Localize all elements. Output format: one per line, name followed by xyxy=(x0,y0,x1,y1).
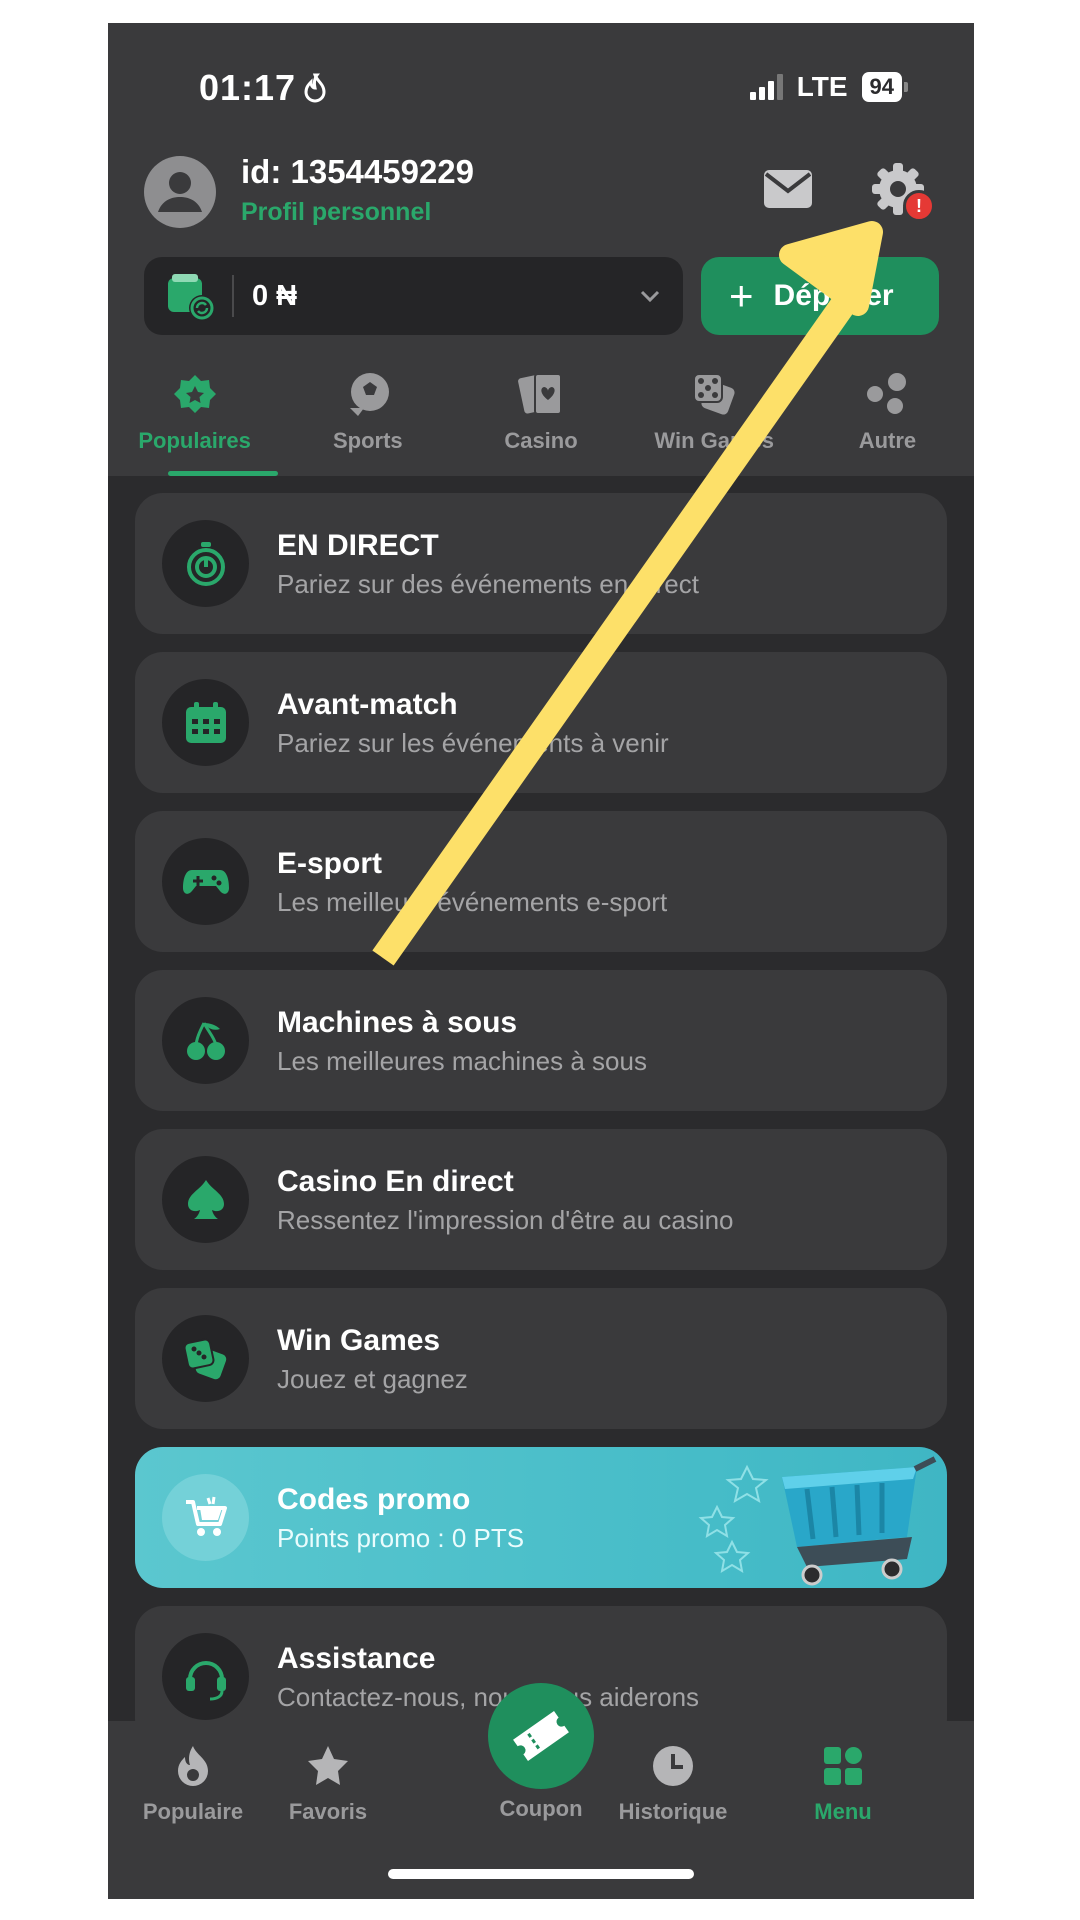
status-indicators: LTE 94 xyxy=(749,71,908,103)
coupon-button[interactable] xyxy=(488,1683,594,1789)
flame-icon xyxy=(178,1746,208,1786)
menu-item-avant-match[interactable]: Avant-match Pariez sur les événements à … xyxy=(135,652,947,793)
dice-icon xyxy=(693,373,735,415)
menu-item-win-games[interactable]: Win Games Jouez et gagnez xyxy=(135,1288,947,1429)
tab-label: Casino xyxy=(504,428,578,453)
menu-item-machines-a-sous[interactable]: Machines à sous Les meilleures machines … xyxy=(135,970,947,1111)
plus-icon: + xyxy=(729,272,754,319)
dice-icon xyxy=(183,1338,226,1379)
flame-status-icon xyxy=(304,73,326,103)
tab-autre[interactable]: Autre xyxy=(801,368,974,476)
tab-casino[interactable]: Casino xyxy=(454,368,627,476)
menu-item-title: Machines à sous xyxy=(277,1006,518,1039)
phone-screen: 01:17 LTE 94 id: 1354459229 Profil perso… xyxy=(108,23,974,1899)
home-indicator xyxy=(388,1869,694,1879)
soccer-ball-icon xyxy=(349,373,389,416)
nav-label: Menu xyxy=(814,1799,872,1824)
alert-badge: ! xyxy=(903,190,935,222)
nav-menu[interactable]: Menu xyxy=(768,1743,918,1825)
nav-historique[interactable]: Historique xyxy=(598,1743,748,1825)
signal-icon xyxy=(749,74,783,100)
ticket-icon xyxy=(513,1711,569,1761)
menu-item-subtitle: Les meilleurs événements e-sport xyxy=(277,887,668,917)
menu-item-title: Casino En direct xyxy=(277,1165,514,1198)
gamepad-icon xyxy=(182,869,229,894)
tab-win-games[interactable]: Win Games xyxy=(628,368,801,476)
menu-item-en-direct[interactable]: EN DIRECT Pariez sur des événements en d… xyxy=(135,493,947,634)
avatar[interactable] xyxy=(144,156,216,228)
network-type: LTE xyxy=(796,71,848,102)
menu-item-subtitle: Contactez-nous, nous vous aiderons xyxy=(277,1682,700,1712)
playing-cards-icon xyxy=(518,373,562,415)
nav-populaire[interactable]: Populaire xyxy=(118,1743,268,1825)
menu-item-subtitle: Jouez et gagnez xyxy=(277,1364,468,1394)
tab-label: Autre xyxy=(858,428,917,453)
dots-icon xyxy=(867,373,907,414)
nav-label: Historique xyxy=(618,1799,728,1824)
headset-icon xyxy=(185,1660,226,1700)
menu-item-title: EN DIRECT xyxy=(277,529,439,562)
balance-amount: 0 ₦ xyxy=(252,279,298,312)
menu-item-title: Assistance xyxy=(277,1642,436,1675)
cart-icon xyxy=(185,1496,227,1536)
grid-icon xyxy=(824,1747,862,1785)
calendar-icon xyxy=(185,701,226,743)
category-tabs: Populaires Sports Casino Win Games Autre xyxy=(108,368,974,476)
battery-level: 94 xyxy=(861,72,902,102)
nav-label: Favoris xyxy=(288,1799,368,1824)
tab-sports[interactable]: Sports xyxy=(281,368,454,476)
menu-item-title: Avant-match xyxy=(277,688,458,721)
menu-item-e-sport[interactable]: E-sport Les meilleurs événements e-sport xyxy=(135,811,947,952)
mail-icon[interactable] xyxy=(763,169,813,209)
tab-populaires[interactable]: Populaires xyxy=(108,368,281,476)
wallet-icon xyxy=(168,274,215,321)
deposit-label: Déposer xyxy=(773,279,894,312)
menu-item-title: Win Games xyxy=(277,1324,441,1357)
spade-icon xyxy=(187,1179,224,1219)
menu-item-subtitle: Les meilleures machines à sous xyxy=(277,1046,647,1076)
cherries-icon xyxy=(186,1021,225,1060)
status-time: 01:17 xyxy=(199,67,328,109)
menu-item-title: Codes promo xyxy=(277,1483,471,1516)
active-tab-indicator xyxy=(168,471,278,476)
clock-icon xyxy=(653,1746,693,1786)
tab-label: Win Games xyxy=(654,428,775,453)
chevron-down-icon xyxy=(640,290,660,303)
menu-item-codes-promo[interactable]: Codes promo Points promo : 0 PTS xyxy=(135,1447,947,1588)
menu-item-subtitle: Pariez sur des événements en direct xyxy=(277,569,699,599)
nav-favoris[interactable]: Favoris xyxy=(253,1743,403,1825)
star-badge-icon xyxy=(173,375,216,413)
battery-icon: 94 xyxy=(861,72,908,102)
tab-label: Populaires xyxy=(138,428,251,453)
balance-selector[interactable]: 0 ₦ xyxy=(144,257,683,335)
clock-text: 01:17 xyxy=(199,67,297,108)
menu-item-subtitle: Points promo : 0 PTS xyxy=(277,1523,525,1553)
stopwatch-icon xyxy=(186,541,225,586)
star-icon xyxy=(308,1746,348,1785)
basket-illustration xyxy=(698,1456,937,1586)
person-icon xyxy=(158,172,202,212)
menu-item-subtitle: Ressentez l'impression d'être au casino xyxy=(277,1205,734,1235)
menu-list: EN DIRECT Pariez sur des événements en d… xyxy=(135,493,947,1765)
coupon-label: Coupon xyxy=(499,1796,583,1821)
menu-item-title: E-sport xyxy=(277,847,382,880)
user-id: id: 1354459229 xyxy=(241,153,475,190)
menu-item-subtitle: Pariez sur les événements à venir xyxy=(277,728,669,758)
nav-label: Populaire xyxy=(142,1799,244,1824)
deposit-button[interactable]: + Déposer xyxy=(701,257,939,335)
tab-label: Sports xyxy=(332,428,403,453)
menu-item-casino-en-direct[interactable]: Casino En direct Ressentez l'impression … xyxy=(135,1129,947,1270)
profile-link[interactable]: Profil personnel xyxy=(241,198,431,227)
